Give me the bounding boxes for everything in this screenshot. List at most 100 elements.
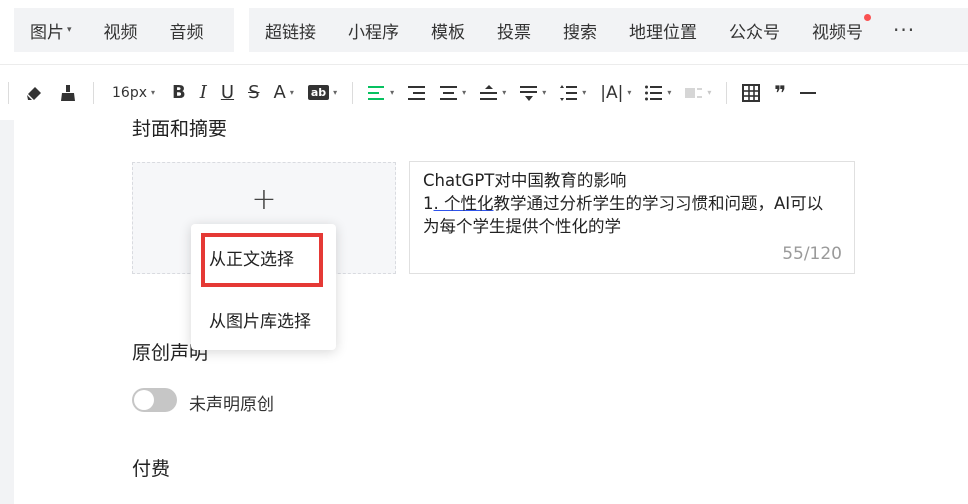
media-insert-group: 图片 ▾ 视频 音频 — [14, 8, 234, 52]
spacing-after-icon — [520, 85, 538, 101]
spacing-after-button[interactable]: ▾ — [513, 77, 553, 109]
italic-button[interactable]: I — [193, 77, 214, 109]
insert-image-label: 图片 — [30, 22, 64, 43]
original-toggle-label: 未声明原创 — [189, 395, 274, 415]
insert-vote-label: 投票 — [497, 22, 531, 43]
format-painter-icon[interactable] — [51, 77, 85, 109]
insert-template-button[interactable]: 模板 — [415, 18, 481, 43]
line-height-button[interactable]: ▾ — [553, 77, 593, 109]
abstract-line-3: 为每个学生提供个性化的学 — [423, 217, 621, 236]
indent-button[interactable] — [401, 77, 433, 109]
float-button[interactable]: ▾ — [678, 77, 718, 109]
letter-spacing-button[interactable]: |A| ▾ — [593, 77, 638, 109]
font-size-select[interactable]: 16px ▾ — [102, 77, 165, 109]
toggle-knob — [134, 390, 154, 410]
letter-spacing-icon: |A| — [600, 82, 624, 103]
format-toolbar: 16px ▾ B I U S A ▾ ab ▾ ▾ ▾ ▾ ▾ ▾ |A| ▾ … — [0, 64, 968, 120]
toolbar-divider — [8, 81, 9, 104]
strikethrough-glyph: S — [248, 82, 260, 103]
chevron-down-icon: ▾ — [151, 88, 156, 97]
insert-table-button[interactable] — [735, 77, 767, 109]
line-height-icon — [560, 84, 578, 101]
article-settings-panel: 封面和摘要 + ChatGPT对中国教育的影响 1. 个性化教学通过分析学生的学… — [14, 118, 968, 504]
chevron-down-icon: ▾ — [333, 88, 338, 97]
strikethrough-button[interactable]: S — [241, 77, 266, 109]
insert-toolbar: 图片 ▾ 视频 音频 超链接 小程序 模板 投票 搜索 地理位置 公众号 视频号… — [0, 0, 968, 64]
abstract-list-number: 1 — [423, 194, 434, 213]
insert-image-button[interactable]: 图片 ▾ — [14, 18, 88, 43]
abstract-textarea[interactable]: ChatGPT对中国教育的影响 1. 个性化教学通过分析学生的学习习惯和问题，A… — [409, 161, 855, 274]
font-color-button[interactable]: A ▾ — [267, 77, 301, 109]
notification-dot — [864, 13, 871, 21]
insert-audio-button[interactable]: 音频 — [154, 18, 220, 43]
insert-hyperlink-button[interactable]: 超链接 — [249, 18, 332, 43]
insert-audio-label: 音频 — [169, 22, 204, 43]
insert-hyperlink-label: 超链接 — [265, 22, 316, 43]
align-left-button[interactable]: ▾ — [361, 77, 401, 109]
insert-vote-button[interactable]: 投票 — [481, 18, 547, 43]
insert-template-label: 模板 — [431, 22, 465, 43]
align-left-icon — [368, 85, 385, 100]
toolbar-divider — [352, 81, 354, 104]
chevron-down-icon: ▾ — [582, 88, 587, 97]
insert-miniprogram-label: 小程序 — [348, 22, 399, 43]
insert-official-account-label: 公众号 — [729, 22, 780, 43]
chevron-down-icon: ▾ — [390, 88, 395, 97]
horizontal-rule-icon — [800, 91, 817, 94]
insert-video-label: 视频 — [103, 22, 138, 43]
spacing-before-icon — [480, 84, 498, 100]
character-counter: 55/120 — [782, 244, 842, 264]
extra-insert-group: 超链接 小程序 模板 投票 搜索 地理位置 公众号 视频号 ··· — [249, 8, 968, 52]
table-icon — [742, 83, 761, 102]
chevron-down-icon: ▾ — [502, 88, 507, 97]
eraser-icon[interactable] — [17, 77, 51, 109]
abstract-line-2-rest: 教学通过分析学生的学习习惯和问题，AI可以 — [493, 194, 824, 213]
original-declaration-toggle[interactable] — [132, 388, 177, 412]
insert-official-account-button[interactable]: 公众号 — [713, 18, 796, 43]
abstract-spellcheck-word: . 个性化 — [433, 194, 494, 213]
bold-glyph: B — [172, 82, 186, 103]
quote-button[interactable]: ❞ — [767, 77, 793, 109]
italic-glyph: I — [199, 82, 207, 103]
pay-section-title: 付费 — [132, 458, 171, 480]
insert-search-button[interactable]: 搜索 — [547, 18, 613, 43]
background-color-button[interactable]: ab ▾ — [301, 77, 344, 109]
bold-button[interactable]: B — [165, 77, 193, 109]
chevron-down-icon: ▾ — [707, 88, 712, 97]
cover-source-menu: 从正文选择 从图片库选择 — [191, 224, 336, 350]
chevron-down-icon: ▾ — [289, 88, 294, 97]
float-icon — [685, 87, 703, 98]
chevron-down-icon: ▾ — [667, 88, 672, 97]
chevron-down-icon: ▾ — [67, 25, 72, 35]
align-center-button[interactable]: ▾ — [433, 77, 473, 109]
underline-button[interactable]: U — [214, 77, 241, 109]
insert-video-button[interactable]: 视频 — [88, 18, 154, 43]
bullet-list-icon — [645, 85, 663, 100]
abstract-line-1: ChatGPT对中国教育的影响 — [423, 171, 627, 190]
spacing-before-button[interactable]: ▾ — [473, 77, 513, 109]
insert-miniprogram-button[interactable]: 小程序 — [332, 18, 415, 43]
align-center-icon — [440, 85, 458, 100]
horizontal-rule-button[interactable] — [793, 77, 823, 109]
toolbar-divider — [93, 81, 94, 104]
quote-icon: ❞ — [774, 80, 787, 105]
underline-glyph: U — [220, 82, 235, 103]
font-size-value: 16px — [112, 84, 147, 101]
background-color-glyph: ab — [307, 85, 330, 100]
chevron-down-icon: ▾ — [462, 88, 467, 97]
chevron-down-icon: ▾ — [542, 88, 547, 97]
font-color-glyph: A — [273, 82, 286, 103]
insert-channels-button[interactable]: 视频号 — [796, 13, 879, 43]
insert-search-label: 搜索 — [563, 22, 597, 43]
more-options-icon[interactable]: ··· — [879, 18, 929, 42]
abstract-line-2: 1. 个性化教学通过分析学生的学习习惯和问题，AI可以 — [423, 192, 841, 215]
bullet-list-button[interactable]: ▾ — [638, 77, 678, 109]
select-from-article-option[interactable]: 从正文选择 — [191, 232, 336, 282]
select-from-library-option[interactable]: 从图片库选择 — [191, 294, 336, 344]
cover-section-title: 封面和摘要 — [132, 118, 228, 140]
insert-channels-label: 视频号 — [812, 22, 863, 43]
toolbar-divider — [726, 81, 728, 104]
indent-icon — [408, 85, 426, 100]
insert-location-button[interactable]: 地理位置 — [613, 18, 713, 43]
insert-location-label: 地理位置 — [629, 22, 697, 43]
